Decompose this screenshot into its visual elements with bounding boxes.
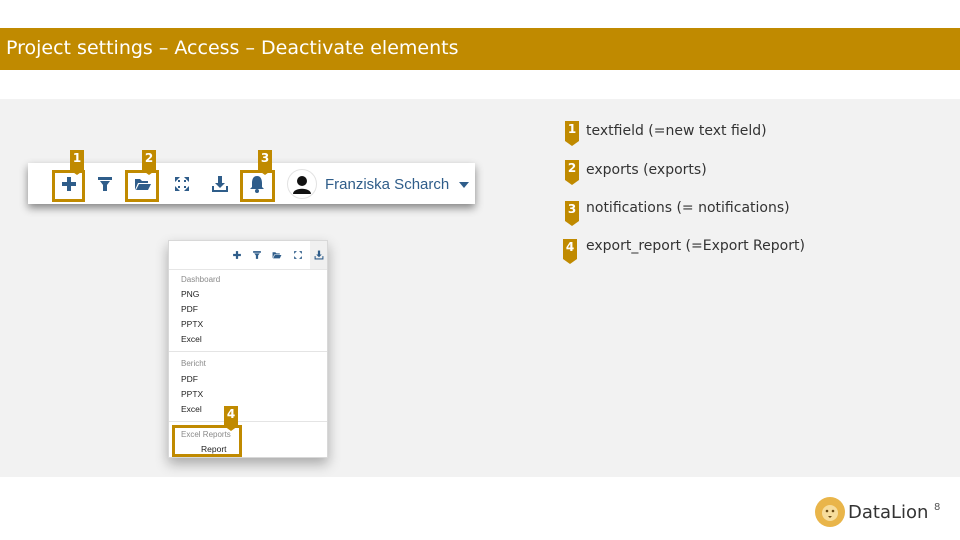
legend-badge-4: 4 <box>563 239 577 264</box>
title-bar: Project settings – Access – Deactivate e… <box>0 28 960 70</box>
fullscreen-icon[interactable] <box>173 175 191 193</box>
folder-open-icon[interactable] <box>272 250 282 260</box>
menu-item-dashboard-pdf[interactable]: PDF <box>181 304 198 314</box>
fullscreen-icon[interactable] <box>293 250 303 260</box>
section-header-bericht: Bericht <box>181 359 206 368</box>
legend-badge-3: 3 <box>565 201 579 226</box>
badge-3: 3 <box>258 150 272 175</box>
section-header-dashboard: Dashboard <box>181 275 221 284</box>
legend-text-2: exports (exports) <box>586 162 707 178</box>
legend-text-4: export_report (=Export Report) <box>586 238 805 254</box>
slide-title: Project settings – Access – Deactivate e… <box>6 37 459 59</box>
menu-item-bericht-pptx[interactable]: PPTX <box>181 389 203 399</box>
menu-item-dashboard-excel[interactable]: Excel <box>181 334 202 344</box>
filter-icon[interactable] <box>96 175 114 193</box>
badge-2: 2 <box>142 150 156 175</box>
datalion-logo-icon <box>815 497 845 527</box>
panel-toolbar <box>169 241 327 270</box>
legend-text-1: textfield (=new text field) <box>586 123 767 139</box>
legend-badge-2: 2 <box>565 160 579 185</box>
page-number: 8 <box>934 502 941 513</box>
legend-badge-1: 1 <box>565 121 579 146</box>
chevron-down-icon[interactable] <box>459 182 469 188</box>
avatar[interactable] <box>287 169 317 199</box>
download-icon[interactable] <box>211 175 229 193</box>
filter-icon[interactable] <box>252 250 262 260</box>
menu-item-dashboard-png[interactable]: PNG <box>181 289 199 299</box>
plus-icon[interactable] <box>232 250 242 260</box>
download-icon[interactable] <box>314 250 324 260</box>
brand-name: DataLion <box>848 502 929 523</box>
user-name[interactable]: Franziska Scharch <box>325 176 449 193</box>
menu-item-dashboard-pptx[interactable]: PPTX <box>181 319 203 329</box>
badge-4: 4 <box>224 406 238 431</box>
menu-item-bericht-pdf[interactable]: PDF <box>181 374 198 384</box>
section-divider <box>169 421 327 422</box>
badge-1: 1 <box>70 150 84 175</box>
legend-text-3: notifications (= notifications) <box>586 200 790 216</box>
section-divider <box>169 351 327 352</box>
menu-item-bericht-excel[interactable]: Excel <box>181 404 202 414</box>
